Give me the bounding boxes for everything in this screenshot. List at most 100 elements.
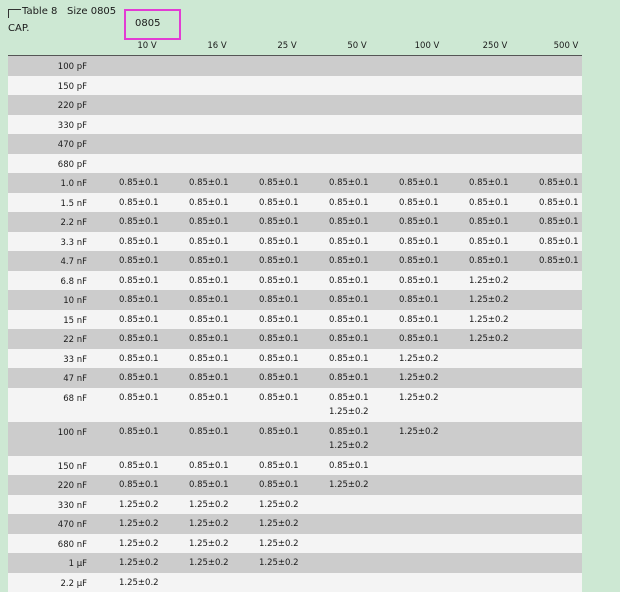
dimension-value: 0.85±0.1 (469, 217, 509, 227)
table-row: 33 nF 0.85±0.1 0.85±0.1 0.85±0.1 0.85±0.1 1.2… (8, 348, 582, 368)
capacitance-value: 10 nF (63, 296, 87, 306)
dimension-value: 1.25±0.2 (329, 440, 369, 451)
dimension-value: 0.85±0.1 (189, 178, 229, 188)
dimension-cell: 0.85±0.1 (399, 196, 439, 210)
table-row: 100 nF 0.85±0.1 0.85±0.1 0.85±0.1 0.85±0.1 1.… (8, 421, 582, 456)
table-row: 2.2 nF 0.85±0.1 0.85±0.1 0.85±0.1 0.85±0.1 0.… (8, 212, 582, 232)
capacitance-value: 100 pF (57, 62, 87, 72)
table-row: 2.2 μF 1.25±0.2 (8, 572, 582, 592)
dimension-value: 0.85±0.1 (189, 314, 229, 325)
dimension-cell: 0.85±0.1 (259, 478, 299, 492)
capacitance-value: 150 pF (57, 81, 87, 92)
voltage-header-row: 10 V 16 V 25 V 50 V 100 V 250 V 500 V (0, 41, 620, 53)
dimension-cell: 0.85±0.1 (259, 274, 299, 288)
dimension-cell: 0.85±0.1 (329, 235, 369, 249)
dimension-cell: 0.85±0.1 (189, 352, 229, 366)
dimension-value: 0.85±0.1 (259, 480, 299, 490)
capacitance-value: 330 pF (57, 120, 87, 131)
dimension-cell: 1.25±0.2 (469, 313, 509, 327)
table-row: 330 pF (8, 114, 582, 134)
dimension-cell: 0.85±0.1 (329, 313, 369, 327)
dimension-value: 0.85±0.1 (189, 426, 229, 437)
dimension-cell: 0.85±0.1 (469, 215, 509, 229)
dimension-cell: 0.85±0.1 (189, 196, 229, 210)
table-row: 100 pF (8, 56, 582, 76)
dimension-value: 1.25±0.2 (259, 499, 299, 510)
capacitance-table: 100 pF 150 pF 220 pF 330 pF 470 pF 680 pF 1.0 … (8, 56, 582, 592)
dimension-value: 0.85±0.1 (329, 426, 369, 437)
dimension-cell: 0.85±0.1 1.25±0.2 (329, 391, 369, 419)
dimension-value: 0.85±0.1 (259, 334, 299, 344)
dimension-value: 0.85±0.1 (469, 178, 509, 188)
dimension-cell: 1.25±0.2 (119, 537, 159, 551)
dimension-value: 0.85±0.1 (399, 217, 439, 227)
dimension-value: 0.85±0.1 (259, 373, 299, 383)
capacitance-value: 15 nF (63, 315, 87, 326)
dimension-cell: 0.85±0.1 (259, 332, 299, 346)
dimension-cell: 0.85±0.1 (189, 478, 229, 492)
dimension-cell: 0.85±0.1 (189, 425, 229, 439)
dimension-value: 0.85±0.1 (399, 197, 439, 208)
dimension-cell: 0.85±0.1 (119, 459, 159, 473)
dimension-cell: 1.25±0.2 (259, 556, 299, 570)
dimension-value: 1.25±0.2 (329, 480, 369, 490)
table-row: 150 pF (8, 75, 582, 95)
dimension-value: 1.25±0.2 (259, 538, 299, 549)
dimension-cell: 0.85±0.1 (119, 254, 159, 268)
dimension-cell: 0.85±0.1 (539, 254, 579, 268)
dimension-cell: 0.85±0.1 (259, 215, 299, 229)
dimension-value: 0.85±0.1 (259, 353, 299, 364)
dimension-cell: 0.85±0.1 (259, 293, 299, 307)
dimension-value: 0.85±0.1 (259, 217, 299, 227)
dimension-cell: 1.25±0.2 (119, 498, 159, 512)
dimension-cell: 0.85±0.1 (189, 215, 229, 229)
dimension-value: 0.85±0.1 (119, 295, 159, 305)
dimension-cell: 0.85±0.1 (119, 313, 159, 327)
table-row: 220 pF (8, 95, 582, 115)
dimension-cell: 1.25±0.2 (259, 537, 299, 551)
dimension-value: 0.85±0.1 (259, 314, 299, 325)
dimension-cell: 0.85±0.1 (119, 293, 159, 307)
dimension-cell: 0.85±0.1 (119, 478, 159, 492)
table-row: 1.5 nF 0.85±0.1 0.85±0.1 0.85±0.1 0.85±0.1 0.… (8, 192, 582, 212)
table-row: 680 pF (8, 153, 582, 173)
dimension-cell: 0.85±0.1 (539, 235, 579, 249)
dimension-value: 0.85±0.1 (259, 178, 299, 188)
dimension-cell: 0.85±0.1 (329, 176, 369, 190)
capacitance-value: 3.3 nF (60, 237, 88, 248)
dimension-value: 1.25±0.2 (469, 275, 509, 286)
capacitance-value: 100 nF (57, 427, 87, 438)
dimension-cell: 1.25±0.2 (469, 293, 509, 307)
dimension-cell: 0.85±0.1 (539, 215, 579, 229)
dimension-cell: 0.85±0.1 (329, 215, 369, 229)
dimension-cell: 1.25±0.2 (399, 352, 439, 366)
dimension-cell: 1.25±0.2 (259, 517, 299, 531)
dimension-cell: 0.85±0.1 (189, 391, 229, 405)
dimension-value: 0.85±0.1 (399, 178, 439, 188)
dimension-cell: 1.25±0.2 (399, 425, 439, 439)
dimension-value: 1.25±0.2 (399, 373, 439, 383)
voltage-header: 250 V (482, 41, 508, 51)
dimension-value: 0.85±0.1 (259, 392, 299, 403)
dimension-value: 0.85±0.1 (189, 217, 229, 227)
dimension-value: 0.85±0.1 (189, 295, 229, 305)
table-row: 10 nF 0.85±0.1 0.85±0.1 0.85±0.1 0.85±0.1 0.8… (8, 290, 582, 310)
dimension-value: 0.85±0.1 (399, 314, 439, 325)
dimension-cell: 0.85±0.1 (469, 196, 509, 210)
capacitance-value: 470 pF (57, 140, 87, 150)
table-row: 1 μF 1.25±0.2 1.25±0.2 1.25±0.2 (8, 553, 582, 573)
dimension-value: 0.85±0.1 (189, 334, 229, 344)
size-label: Size 0805 (67, 6, 117, 17)
dimension-cell: 0.85±0.1 (259, 371, 299, 385)
dimension-cell: 0.85±0.1 (189, 293, 229, 307)
dimension-value: 0.85±0.1 (399, 295, 439, 305)
table-row: 6.8 nF 0.85±0.1 0.85±0.1 0.85±0.1 0.85±0.1 0.… (8, 270, 582, 290)
capacitance-value: 6.8 nF (60, 276, 88, 287)
dimension-cell: 0.85±0.1 (119, 352, 159, 366)
dimension-value: 0.85±0.1 (189, 460, 229, 471)
dimension-value: 0.85±0.1 (259, 197, 299, 208)
dimension-cell: 0.85±0.1 (399, 313, 439, 327)
table-row: 15 nF 0.85±0.1 0.85±0.1 0.85±0.1 0.85±0.1 0.8… (8, 309, 582, 329)
table-row: 470 pF (8, 134, 582, 154)
dimension-value: 0.85±0.1 (119, 353, 159, 364)
